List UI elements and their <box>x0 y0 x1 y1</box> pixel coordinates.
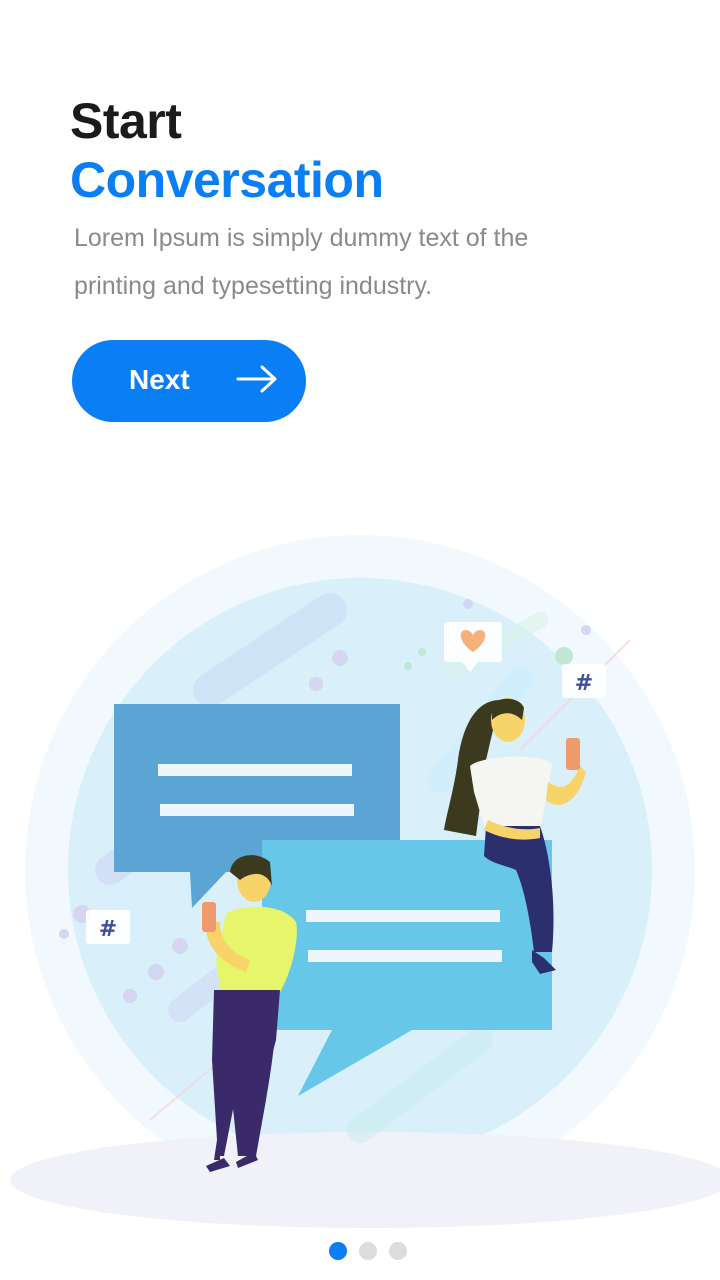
page-subtitle: Lorem Ipsum is simply dummy text of the … <box>74 224 529 300</box>
pagination-dot-2[interactable] <box>359 1242 377 1260</box>
page-title-line2: Conversation <box>70 152 384 208</box>
pagination-dot-1[interactable] <box>329 1242 347 1260</box>
pagination-dot-3[interactable] <box>389 1242 407 1260</box>
svg-text:#: # <box>575 671 593 696</box>
svg-text:#: # <box>99 917 117 942</box>
conversation-illustration: # # <box>10 535 720 1228</box>
pagination-dots <box>0 1242 720 1260</box>
next-button-label: Next <box>129 364 190 395</box>
arrow-right-icon[interactable] <box>236 364 278 394</box>
page-title-line1: Start <box>70 93 182 149</box>
